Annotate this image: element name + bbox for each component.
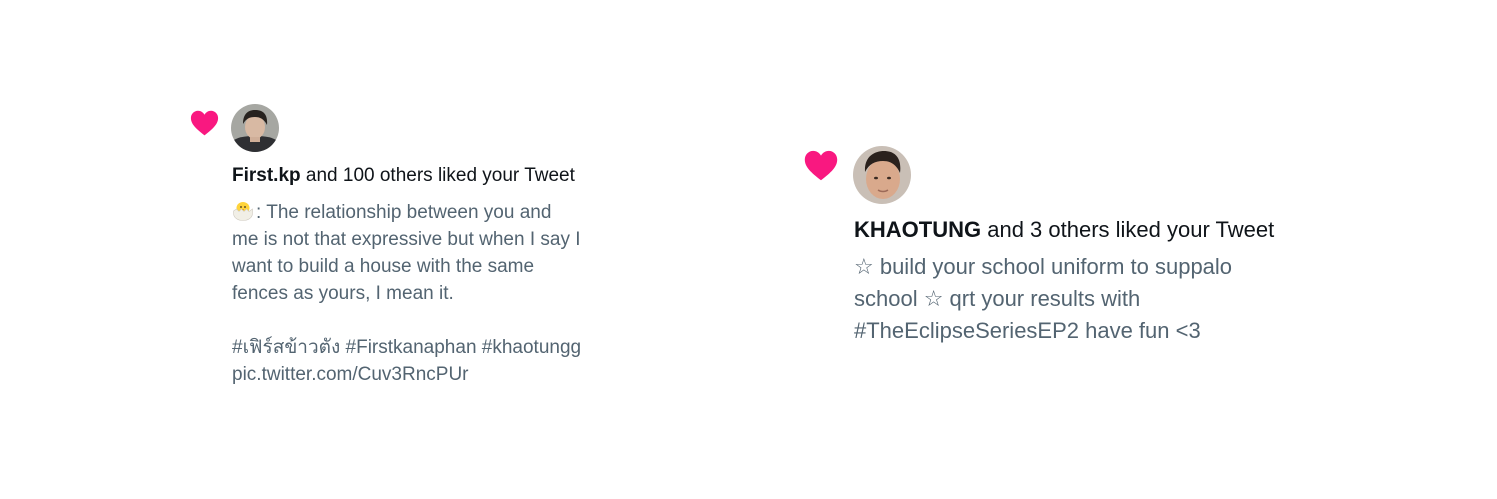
like-summary: and 100 others liked your Tweet [300, 165, 575, 186]
heart-icon [190, 110, 219, 136]
user-avatar[interactable] [231, 104, 279, 152]
tweet-line: me is not that expressive but when I say… [232, 229, 581, 250]
heart-icon [804, 150, 838, 181]
username-link[interactable]: KHAOTUNG [854, 217, 981, 242]
tweet-text[interactable]: ☆ build your school uniform to suppalo s… [854, 251, 1232, 347]
like-summary: and 3 others liked your Tweet [981, 217, 1275, 242]
username-link[interactable]: First.kp [232, 165, 301, 186]
tweet-line: ☆ build your school uniform to suppalo [854, 254, 1233, 279]
tweet-line: school ☆ qrt your results with [854, 286, 1141, 311]
hashtag-line[interactable]: #เฟิร์สข้าวตัง #Firstkanaphan #khaotungg [232, 334, 581, 361]
notification-headline: KHAOTUNG and 3 others liked your Tweet [854, 216, 1274, 244]
hatching-chick-emoji [233, 202, 253, 221]
tweet-line: : The relationship between you and [232, 199, 581, 226]
pic-link[interactable]: pic.twitter.com/Cuv3RncPUr [232, 361, 581, 388]
tweet-text[interactable]: : The relationship between you and me is… [232, 199, 581, 388]
tweet-line: want to build a house with the same [232, 256, 535, 277]
user-avatar[interactable] [853, 146, 911, 204]
notification-headline: First.kp and 100 others liked your Tweet [232, 164, 575, 188]
tweet-line: #TheEclipseSeriesEP2 have fun <3 [854, 318, 1201, 343]
tweet-line: fences as yours, I mean it. [232, 283, 454, 304]
